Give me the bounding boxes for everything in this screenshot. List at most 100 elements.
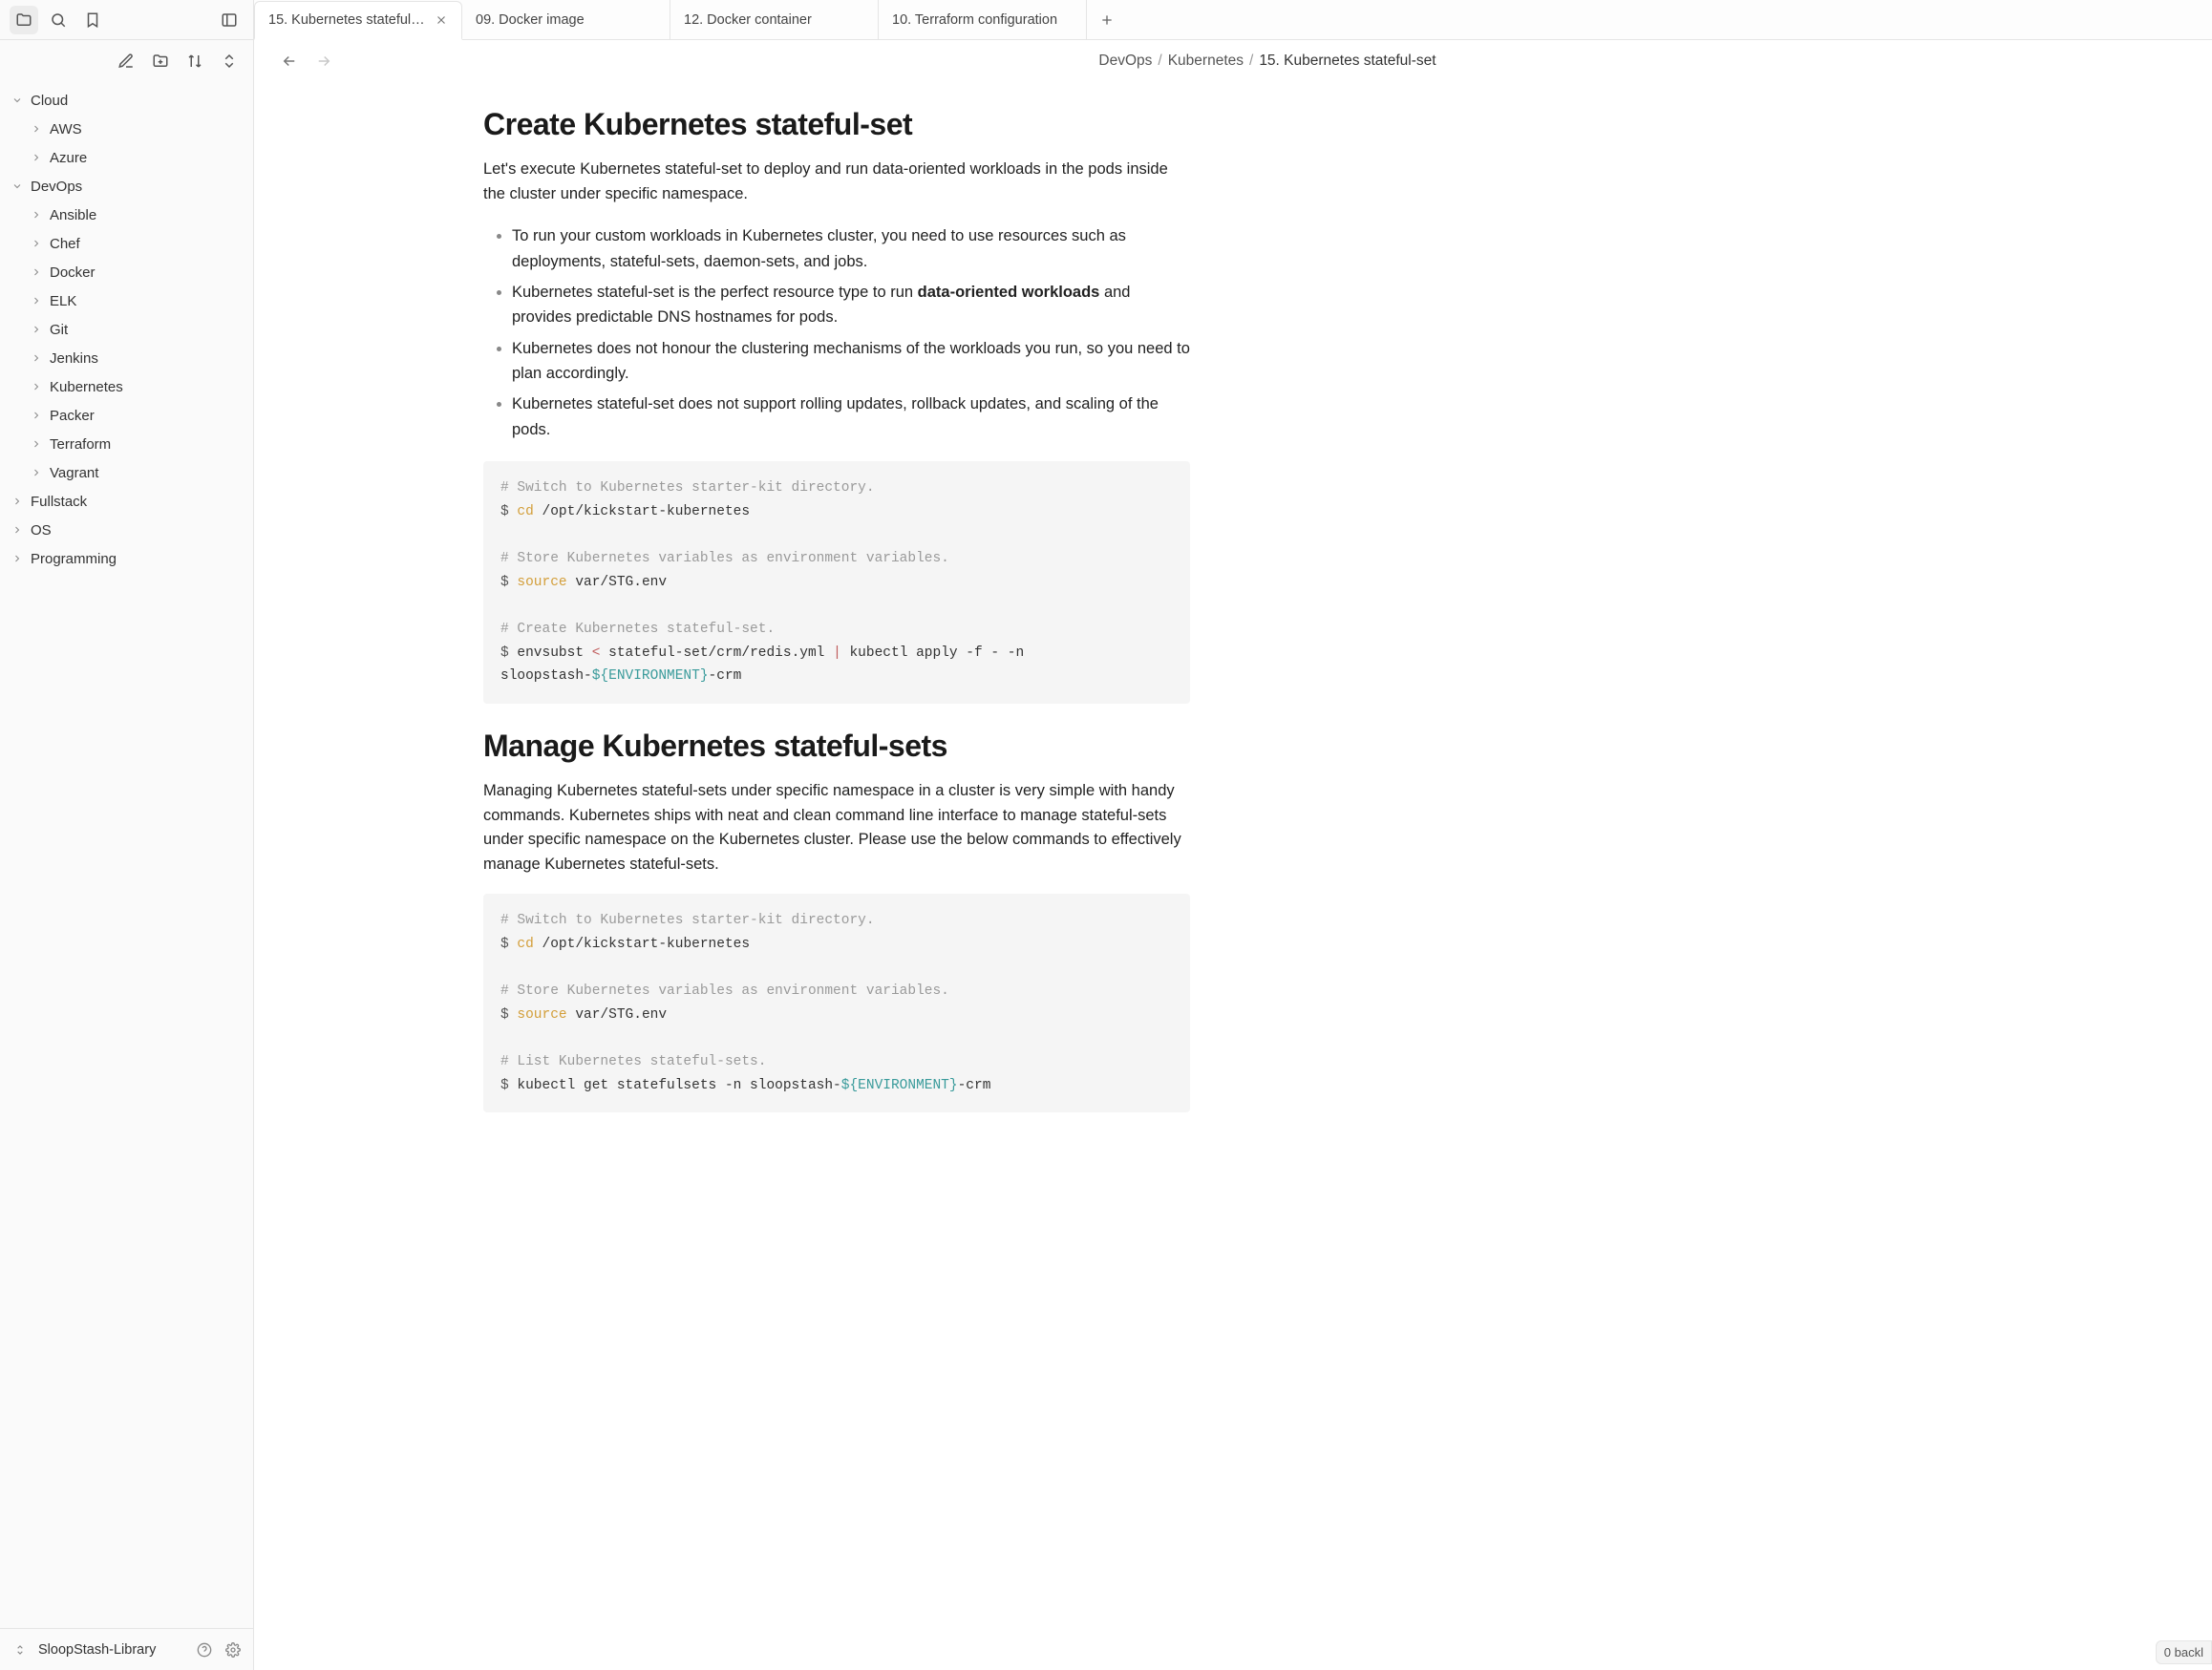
tree-item-label: DevOps xyxy=(31,179,82,195)
sidebar-footer: SloopStash-Library xyxy=(0,1628,253,1670)
chevron-right-icon[interactable] xyxy=(29,150,44,165)
chevron-right-icon[interactable] xyxy=(10,551,25,566)
chevron-right-icon[interactable] xyxy=(29,293,44,308)
tree-item-label: Fullstack xyxy=(31,494,87,510)
tree-item-label: Cloud xyxy=(31,93,68,109)
nav-forward-button[interactable] xyxy=(311,49,336,74)
tree-item-label: Chef xyxy=(50,236,80,252)
tree-item-elk[interactable]: ELK xyxy=(0,286,253,315)
chevron-right-icon[interactable] xyxy=(29,121,44,137)
tab-label: 09. Docker image xyxy=(476,12,656,28)
breadcrumb-item[interactable]: 15. Kubernetes stateful-set xyxy=(1259,53,1436,70)
tree-item-label: Packer xyxy=(50,408,95,424)
tree-item-label: Programming xyxy=(31,551,117,567)
tree-item-label: Terraform xyxy=(50,436,111,453)
tree-item-label: Jenkins xyxy=(50,350,98,367)
chevron-right-icon[interactable] xyxy=(29,264,44,280)
sidebar-actions xyxy=(0,40,253,82)
paragraph: Let's execute Kubernetes stateful-set to… xyxy=(483,158,1190,206)
tree-item-label: ELK xyxy=(50,293,76,309)
tree-item-ansible[interactable]: Ansible xyxy=(0,201,253,229)
tab[interactable]: 09. Docker image xyxy=(462,0,670,39)
breadcrumb-sep: / xyxy=(1249,53,1253,70)
tab[interactable]: 15. Kubernetes stateful-s... xyxy=(254,1,462,40)
tree-item-vagrant[interactable]: Vagrant xyxy=(0,458,253,487)
list-item: Kubernetes stateful-set does not support… xyxy=(512,391,1190,442)
panel-toggle-icon[interactable] xyxy=(215,6,244,34)
breadcrumb-item[interactable]: Kubernetes xyxy=(1168,53,1244,70)
sidebar-toolbar xyxy=(0,0,253,40)
chevron-down-icon[interactable] xyxy=(10,179,25,194)
backlinks-indicator[interactable]: 0 backl xyxy=(2156,1640,2212,1664)
close-icon[interactable] xyxy=(435,13,448,27)
tree-item-cloud[interactable]: Cloud xyxy=(0,86,253,115)
new-folder-icon[interactable] xyxy=(146,47,175,75)
list-item: Kubernetes does not honour the clusterin… xyxy=(512,336,1190,387)
tree-item-os[interactable]: OS xyxy=(0,516,253,544)
tree-item-label: Kubernetes xyxy=(50,379,123,395)
tab[interactable]: 10. Terraform configuration xyxy=(879,0,1087,39)
chevron-right-icon[interactable] xyxy=(29,408,44,423)
chevron-right-icon[interactable] xyxy=(29,350,44,366)
code-block-create: # Switch to Kubernetes starter-kit direc… xyxy=(483,461,1190,704)
tree-item-fullstack[interactable]: Fullstack xyxy=(0,487,253,516)
tab[interactable]: 12. Docker container xyxy=(670,0,879,39)
new-note-icon[interactable] xyxy=(112,47,140,75)
collapse-all-icon[interactable] xyxy=(215,47,244,75)
heading-manage: Manage Kubernetes stateful-sets xyxy=(483,729,1190,764)
tree-item-label: Docker xyxy=(50,264,96,281)
tree-item-label: AWS xyxy=(50,121,82,137)
folder-icon[interactable] xyxy=(10,6,38,34)
code-block-manage: # Switch to Kubernetes starter-kit direc… xyxy=(483,894,1190,1112)
tree-item-git[interactable]: Git xyxy=(0,315,253,344)
help-icon[interactable] xyxy=(194,1642,215,1658)
chevron-right-icon[interactable] xyxy=(29,465,44,480)
breadcrumb-item[interactable]: DevOps xyxy=(1098,53,1152,70)
list-item: To run your custom workloads in Kubernet… xyxy=(512,223,1190,274)
library-name[interactable]: SloopStash-Library xyxy=(38,1642,156,1658)
chevron-right-icon[interactable] xyxy=(10,494,25,509)
tree-item-label: Ansible xyxy=(50,207,96,223)
tree-item-terraform[interactable]: Terraform xyxy=(0,430,253,458)
bullet-list: To run your custom workloads in Kubernet… xyxy=(483,223,1190,442)
library-switcher-icon[interactable] xyxy=(10,1643,31,1657)
bookmark-icon[interactable] xyxy=(78,6,107,34)
chevron-down-icon[interactable] xyxy=(10,93,25,108)
tab-label: 12. Docker container xyxy=(684,12,864,28)
search-icon[interactable] xyxy=(44,6,73,34)
tree-item-azure[interactable]: Azure xyxy=(0,143,253,172)
tree-item-jenkins[interactable]: Jenkins xyxy=(0,344,253,372)
file-tree: Cloud AWS Azure DevOps Ansible Chef Docker ELK G… xyxy=(0,82,253,1628)
breadcrumb: DevOps / Kubernetes / 15. Kubernetes sta… xyxy=(346,53,2189,70)
tree-item-packer[interactable]: Packer xyxy=(0,401,253,430)
tree-item-devops[interactable]: DevOps xyxy=(0,172,253,201)
paragraph: Managing Kubernetes stateful-sets under … xyxy=(483,779,1190,877)
tree-item-label: OS xyxy=(31,522,52,539)
nav-back-button[interactable] xyxy=(277,49,302,74)
chevron-right-icon[interactable] xyxy=(10,522,25,538)
chevron-right-icon[interactable] xyxy=(29,436,44,452)
heading-create: Create Kubernetes stateful-set xyxy=(483,107,1190,142)
tab-label: 10. Terraform configuration xyxy=(892,12,1073,28)
settings-icon[interactable] xyxy=(223,1642,244,1658)
chevron-right-icon[interactable] xyxy=(29,236,44,251)
breadcrumb-sep: / xyxy=(1158,53,1161,70)
sort-icon[interactable] xyxy=(181,47,209,75)
chevron-right-icon[interactable] xyxy=(29,322,44,337)
editor-content[interactable]: Create Kubernetes stateful-set Let's exe… xyxy=(254,82,2212,1670)
sidebar: Cloud AWS Azure DevOps Ansible Chef Docker ELK G… xyxy=(0,0,254,1670)
tree-item-aws[interactable]: AWS xyxy=(0,115,253,143)
chevron-right-icon[interactable] xyxy=(29,379,44,394)
tree-item-docker[interactable]: Docker xyxy=(0,258,253,286)
list-item: Kubernetes stateful-set is the perfect r… xyxy=(512,280,1190,330)
tree-item-kubernetes[interactable]: Kubernetes xyxy=(0,372,253,401)
new-tab-button[interactable] xyxy=(1087,0,1127,39)
sub-toolbar: DevOps / Kubernetes / 15. Kubernetes sta… xyxy=(254,40,2212,82)
tree-item-programming[interactable]: Programming xyxy=(0,544,253,573)
chevron-right-icon[interactable] xyxy=(29,207,44,222)
tab-label: 15. Kubernetes stateful-s... xyxy=(268,12,427,28)
tree-item-label: Vagrant xyxy=(50,465,98,481)
tree-item-label: Git xyxy=(50,322,68,338)
tree-item-chef[interactable]: Chef xyxy=(0,229,253,258)
tab-bar: 15. Kubernetes stateful-s... 09. Docker i… xyxy=(254,0,2212,40)
